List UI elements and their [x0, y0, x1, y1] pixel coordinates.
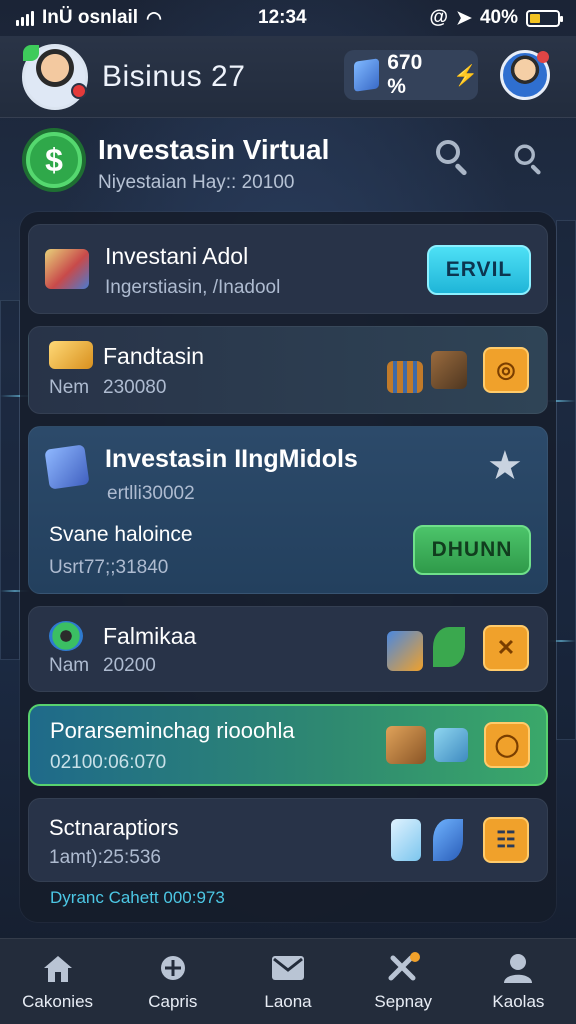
tools-icon: [388, 951, 421, 980]
card-subtitle: ertlli30002: [107, 483, 195, 504]
title-row: $ Investasin Virtual Niyestaian Hay:: 20…: [22, 126, 554, 206]
signal-icon: [16, 10, 34, 26]
investment-card[interactable]: Investani Adol Ingerstiasin, /Inadool ER…: [28, 224, 548, 314]
carrier-label: InÜ osnlail: [42, 7, 139, 28]
card-title: Investasin IIngMidols: [105, 445, 358, 473]
card-value: 02100:06:070: [50, 752, 167, 773]
leaf-badge-icon: [23, 44, 39, 61]
grid-button-icon[interactable]: ☷: [483, 817, 529, 863]
ervil-button[interactable]: ERVIL: [427, 245, 531, 295]
mail-icon: [272, 955, 304, 980]
header-title: Bisinus 27: [102, 59, 246, 93]
card-label: Nem: [49, 377, 90, 398]
header: Bisinus 27 670 % ⚡: [0, 36, 576, 118]
investment-card[interactable]: Sctnaraptiors 1amt):25:536 ☷: [28, 798, 548, 882]
nav-item-laona[interactable]: Laona: [230, 939, 345, 1024]
investment-card[interactable]: Falmikaa Nam 20200 ✕: [28, 606, 548, 692]
feather-icon: [433, 819, 463, 861]
card-value: Usrt77;;31840: [49, 557, 169, 578]
nav-label: Sepnay: [374, 991, 433, 1011]
nav-label: Kaolas: [492, 991, 545, 1011]
store-icon: [45, 249, 89, 289]
nav-item-sepnay[interactable]: Sepnay: [346, 939, 461, 1024]
investment-card[interactable]: Porarseminchag riooohla 02100:06:070 ◯: [28, 704, 548, 786]
background-building-left: [0, 300, 20, 660]
card-label: Svane haloince: [49, 523, 193, 546]
investment-card[interactable]: Investasin IIngMidols ertlli30002 ★ Svan…: [28, 426, 548, 594]
card-value: 230080: [103, 377, 167, 398]
nav-label: Capris: [148, 991, 198, 1011]
battery-icon: [526, 9, 563, 27]
coin-balance[interactable]: 670 % ⚡: [344, 50, 478, 100]
gears-icon: [49, 621, 83, 651]
chart-icon: [387, 631, 423, 671]
background-building-right: [556, 220, 576, 740]
card-value: 20200: [103, 655, 156, 676]
footer-note: Dyranc Cahett 000:973: [50, 888, 225, 907]
cross-button-icon[interactable]: ✕: [483, 625, 529, 671]
card-label: Nam: [49, 655, 90, 676]
search-icon[interactable]: [436, 140, 470, 177]
location-arrow-icon: ➤: [456, 7, 472, 29]
investment-card[interactable]: Fandtasin Nem 230080 ◎: [28, 326, 548, 414]
card-title: Falmikaa: [103, 623, 197, 649]
coin-value: 670 %: [387, 51, 423, 98]
card-title: Fandtasin: [103, 343, 205, 369]
home-icon: [43, 955, 72, 982]
star-icon[interactable]: ★: [487, 443, 523, 489]
profile-avatar[interactable]: [500, 50, 550, 100]
wifi-icon: ◠: [146, 7, 162, 28]
leaf-icon: [433, 627, 465, 667]
card-icon: [391, 819, 421, 861]
status-bar: InÜ osnlail ◠ 12:34 @ ➤ 40%: [0, 0, 576, 36]
lightning-icon: ⚡: [453, 64, 478, 87]
dhunn-button[interactable]: DHUNN: [413, 525, 531, 575]
page-title: Investasin Virtual: [98, 134, 330, 165]
battery-fill: [530, 13, 541, 23]
search-icon[interactable]: [514, 144, 544, 176]
coin-button-icon[interactable]: ◎: [483, 347, 529, 393]
card-title: Sctnaraptiors: [49, 815, 179, 840]
nav-label: Cakonies: [22, 991, 94, 1011]
at-icon: @: [429, 7, 449, 28]
box-icon: [434, 728, 468, 762]
nav-item-kaolas[interactable]: Kaolas: [461, 939, 576, 1024]
battery-label: 40%: [479, 7, 518, 28]
building-icon: [387, 361, 423, 393]
bottom-nav: Cakonies Capris Laona Sepnay Kaolas: [0, 938, 576, 1024]
clock: 12:34: [258, 7, 307, 28]
crate-icon: [386, 726, 426, 764]
card-title: Porarseminchag riooohla: [50, 718, 295, 743]
tools-icon: [431, 351, 467, 389]
card-value: 1amt):25:536: [49, 847, 161, 868]
cube-icon: [44, 444, 90, 490]
dollar-icon: $: [26, 132, 82, 188]
nav-item-capris[interactable]: Capris: [115, 939, 230, 1024]
user-icon: [504, 953, 533, 983]
nav-item-cakonies[interactable]: Cakonies: [0, 939, 115, 1024]
nav-label: Laona: [264, 991, 312, 1011]
notification-dot: [71, 82, 87, 99]
card-subtitle: Ingerstiasin, /Inadool: [105, 277, 281, 298]
card-title: Investani Adol: [105, 243, 249, 269]
badge-icon: [160, 955, 185, 980]
gold-bars-icon: [49, 341, 93, 369]
avatar[interactable]: [22, 43, 88, 110]
camera-button-icon[interactable]: ◯: [484, 722, 530, 768]
page-subtitle: Niyestaian Hay:: 20100: [98, 172, 295, 193]
gem-icon: [354, 58, 380, 92]
